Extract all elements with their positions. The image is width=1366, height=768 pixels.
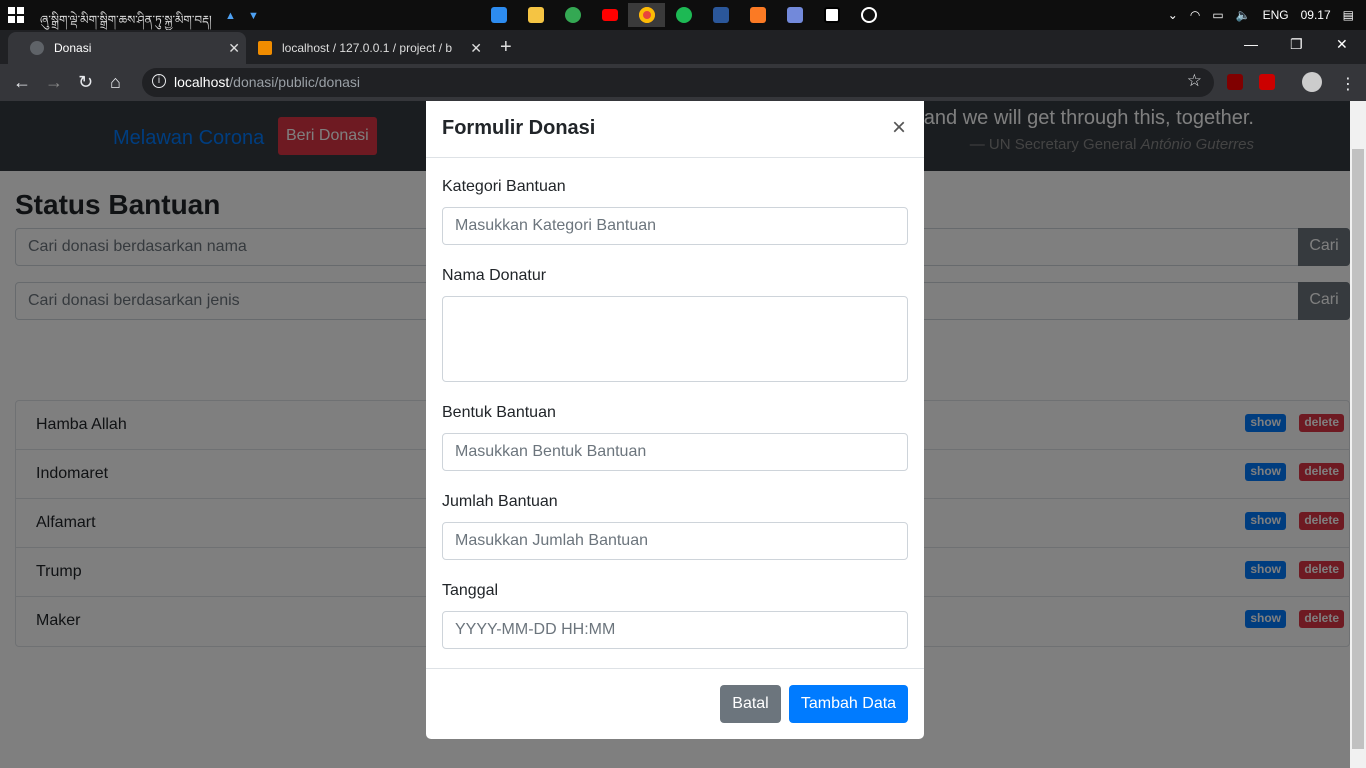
discord-icon[interactable] xyxy=(776,3,813,27)
tab-donasi[interactable]: Donasi ✕ xyxy=(8,32,246,64)
tanggal-input[interactable]: YYYY-MM-DD HH:MM xyxy=(442,611,908,649)
nama-label: Nama Donatur xyxy=(442,267,547,284)
page-viewport: Melawan Corona Beri Donasi and we will g… xyxy=(0,101,1350,768)
url-bar[interactable]: i localhost/donasi/public/donasi ☆ xyxy=(142,68,1214,97)
language-indicator[interactable]: ENG xyxy=(1263,8,1289,22)
forward-icon[interactable]: → xyxy=(45,72,63,93)
wifi-icon[interactable]: ◠ xyxy=(1190,8,1200,22)
system-tray: ⌄ ◠ ▭ 🔈 ENG 09.17 ▤ xyxy=(1168,0,1366,30)
tray-down-icon[interactable]: ▼ xyxy=(248,10,259,22)
word-icon[interactable] xyxy=(702,3,739,27)
info-icon[interactable]: i xyxy=(152,74,166,88)
jumlah-label: Jumlah Bantuan xyxy=(442,493,558,510)
xampp-icon[interactable] xyxy=(739,3,776,27)
spotify-icon[interactable] xyxy=(665,3,702,27)
url-path: /donasi/public/donasi xyxy=(229,74,361,90)
windows-start-icon[interactable] xyxy=(8,7,24,23)
donation-modal: Formulir Donasi × Kategori Bantuan Masuk… xyxy=(426,101,924,739)
menu-icon[interactable]: ⋮ xyxy=(1340,74,1356,94)
minimize-icon[interactable]: — xyxy=(1244,36,1258,52)
modal-header: Formulir Donasi × xyxy=(426,101,924,158)
battery-icon[interactable]: ▭ xyxy=(1212,8,1223,22)
page-scrollbar[interactable] xyxy=(1350,101,1366,768)
app-icon[interactable] xyxy=(554,3,591,27)
youtube-icon[interactable] xyxy=(591,3,628,27)
globe-icon xyxy=(30,41,44,55)
avatar[interactable] xyxy=(1302,72,1322,92)
close-icon[interactable]: × xyxy=(892,114,906,142)
taskbar-apps xyxy=(480,3,887,27)
reload-icon[interactable]: ↻ xyxy=(78,72,93,93)
chrome-icon[interactable] xyxy=(628,3,665,27)
tanggal-label: Tanggal xyxy=(442,582,499,599)
jumlah-input[interactable]: Masukkan Jumlah Bantuan xyxy=(442,522,908,560)
clock[interactable]: 09.17 xyxy=(1301,8,1331,22)
bentuk-label: Bentuk Bantuan xyxy=(442,404,556,421)
back-icon[interactable]: ← xyxy=(13,72,31,93)
close-tab-icon[interactable]: ✕ xyxy=(228,40,240,57)
batal-button[interactable]: Batal xyxy=(720,685,781,723)
browser-tab-bar: Donasi ✕ localhost / 127.0.0.1 / project… xyxy=(0,30,1366,64)
bentuk-input[interactable]: Masukkan Bentuk Bantuan xyxy=(442,433,908,471)
tab-title: Donasi xyxy=(54,41,92,55)
windows-taskbar: ཞུ་སྒྲིག་ལྡེ་མིག་སྒྲིག་ཆས་ཤིན་ཏུ་སྐྱ་མིག… xyxy=(0,0,1366,30)
close-tab-icon[interactable]: ✕ xyxy=(470,40,482,57)
url-host: localhost xyxy=(174,74,230,90)
tab-title: localhost / 127.0.0.1 / project / b xyxy=(282,41,453,55)
kategori-label: Kategori Bantuan xyxy=(442,178,566,195)
modal-body: Kategori Bantuan Masukkan Kategori Bantu… xyxy=(426,158,924,649)
close-window-icon[interactable]: ✕ xyxy=(1336,36,1348,53)
tray-up-icon[interactable]: ▲ xyxy=(225,10,236,22)
modal-footer: Batal Tambah Data xyxy=(426,668,924,739)
kategori-input[interactable]: Masukkan Kategori Bantuan xyxy=(442,207,908,245)
vscode-icon[interactable] xyxy=(480,3,517,27)
scrollbar-thumb[interactable] xyxy=(1352,149,1364,749)
browser-toolbar: ← → ↻ ⌂ i localhost/donasi/public/donasi… xyxy=(0,64,1366,101)
home-icon[interactable]: ⌂ xyxy=(110,72,121,93)
notification-icon[interactable]: ▤ xyxy=(1343,8,1354,22)
volume-icon[interactable]: 🔈 xyxy=(1236,8,1251,22)
app-power-icon[interactable] xyxy=(850,3,887,27)
star-icon[interactable]: ☆ xyxy=(1187,71,1202,91)
7zip-icon[interactable] xyxy=(813,3,850,27)
ublock-icon[interactable] xyxy=(1227,74,1243,90)
restore-icon[interactable]: ❐ xyxy=(1290,36,1303,53)
phpmyadmin-icon xyxy=(258,41,272,55)
chevron-up-icon[interactable]: ⌄ xyxy=(1168,8,1178,22)
file-explorer-icon[interactable] xyxy=(517,3,554,27)
new-tab-button[interactable]: + xyxy=(500,36,512,59)
tab-phpmyadmin[interactable]: localhost / 127.0.0.1 / project / b ✕ xyxy=(248,32,488,64)
modal-title: Formulir Donasi xyxy=(442,117,596,139)
nama-textarea[interactable] xyxy=(442,296,908,382)
extension-icon[interactable] xyxy=(1259,74,1275,90)
tambah-data-button[interactable]: Tambah Data xyxy=(789,685,908,723)
